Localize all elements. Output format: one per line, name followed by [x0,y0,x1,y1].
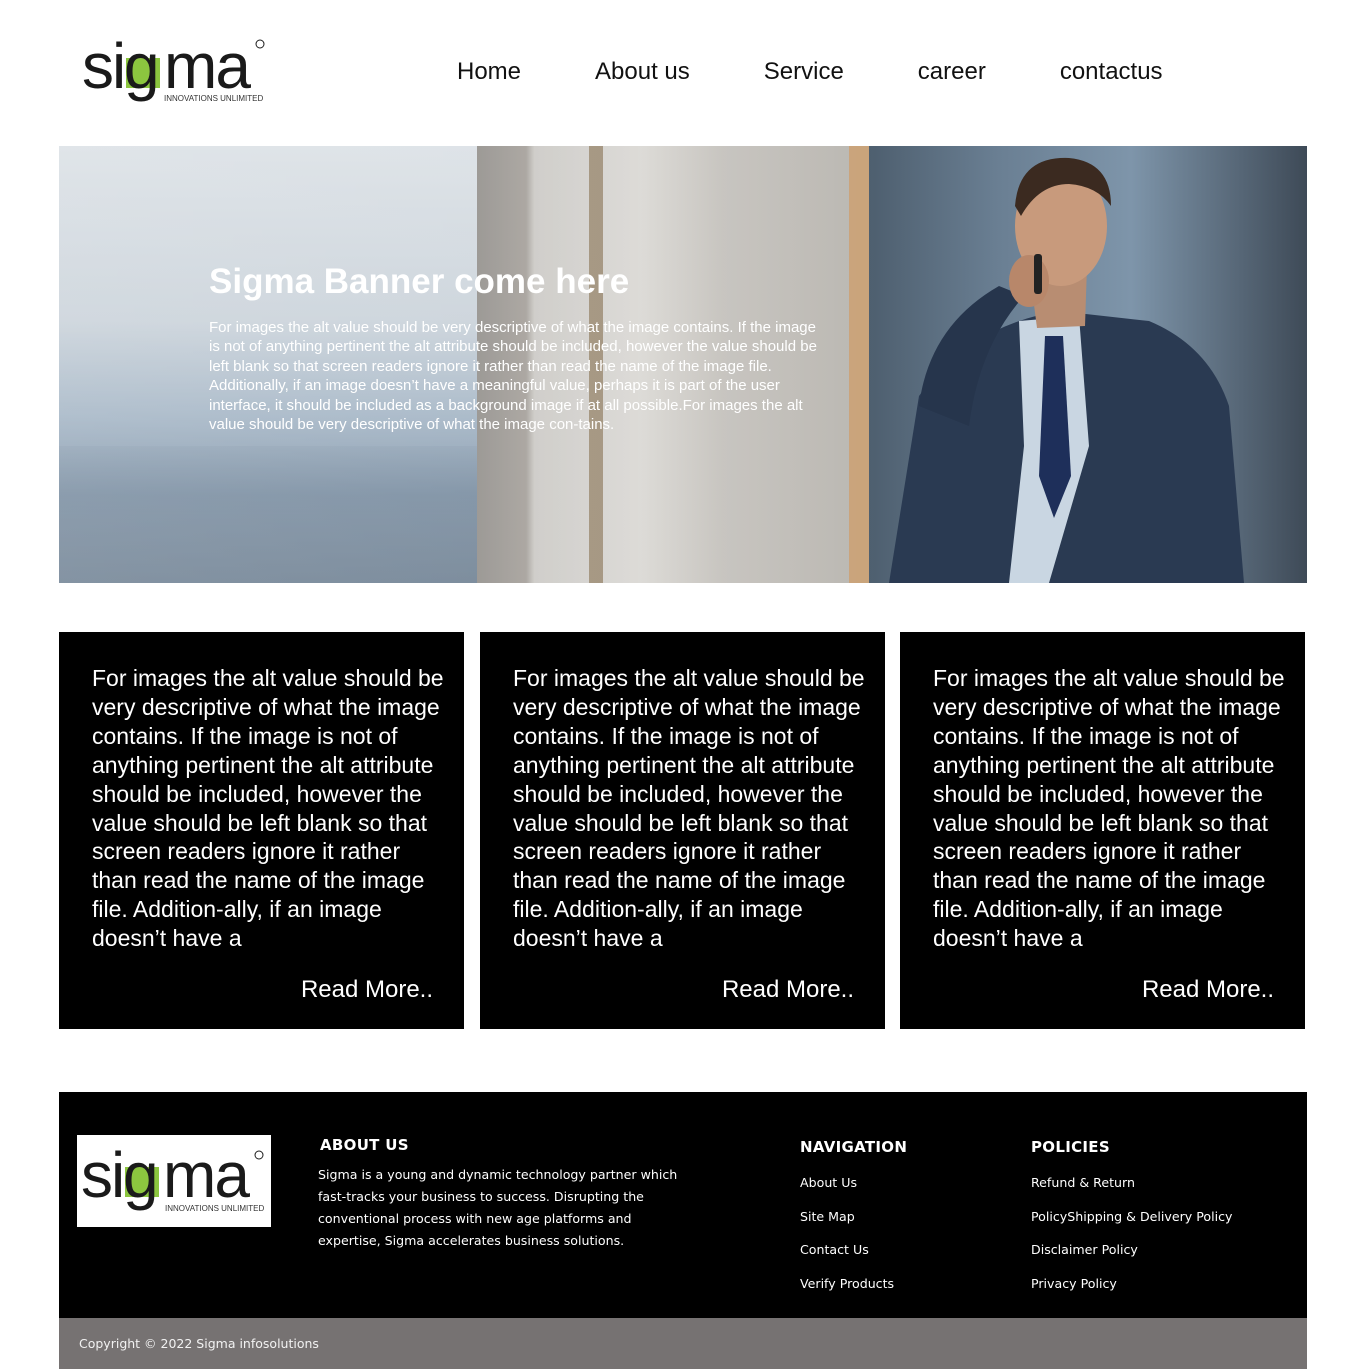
nav-contactus[interactable]: contactus [1060,56,1163,88]
svg-text:ma: ma [163,1139,250,1211]
footer-link-refund-return[interactable]: Refund & Return [1031,1175,1135,1190]
list-item: Refund & Return [1031,1174,1233,1208]
footer-navigation-heading: NAVIGATION [800,1138,908,1156]
svg-text:INNOVATIONS UNLIMITED: INNOVATIONS UNLIMITED [164,94,263,103]
list-item: Privacy Policy [1031,1275,1233,1309]
footer-link-disclaimer-policy[interactable]: Disclaimer Policy [1031,1242,1138,1257]
list-item: Site Map [800,1208,894,1242]
banner-title: Sigma Banner come here [209,262,630,301]
read-more-link[interactable]: Read More.. [722,975,854,1005]
footer-policies-heading: POLICIES [1031,1138,1110,1156]
site-footer: s i g ma INNOVATIONS UNLIMITED ABOUT US … [59,1092,1307,1318]
site-header: s i g ma INNOVATIONS UNLIMITED Home Abou… [0,0,1366,146]
footer-link-shipping-policy[interactable]: PolicyShipping & Delivery Policy [1031,1209,1233,1224]
info-card: For images the alt value should be very … [480,632,885,1029]
list-item: Verify Products [800,1275,894,1309]
footer-about-text: Sigma is a young and dynamic technology … [318,1167,678,1248]
footer-logo[interactable]: s i g ma INNOVATIONS UNLIMITED [77,1135,271,1227]
footer-navigation-list: About Us Site Map Contact Us Verify Prod… [800,1174,894,1308]
hero-banner: Sigma Banner come here For images the al… [59,146,1307,583]
card-text: For images the alt value should be very … [92,665,444,952]
list-item: About Us [800,1174,894,1208]
copyright-bar: Copyright © 2022 Sigma infosolutions [59,1318,1307,1369]
svg-text:ma: ma [164,34,251,102]
nav-about-us[interactable]: About us [595,56,690,88]
nav-career[interactable]: career [918,56,986,88]
footer-policies-list: Refund & Return PolicyShipping & Deliver… [1031,1174,1233,1308]
nav-home[interactable]: Home [457,56,521,88]
card-text: For images the alt value should be very … [933,665,1285,952]
footer-link-about-us[interactable]: About Us [800,1175,857,1190]
svg-text:INNOVATIONS UNLIMITED: INNOVATIONS UNLIMITED [165,1204,264,1213]
list-item: PolicyShipping & Delivery Policy [1031,1208,1233,1242]
list-item: Contact Us [800,1241,894,1275]
card-text: For images the alt value should be very … [513,665,865,952]
footer-link-site-map[interactable]: Site Map [800,1209,855,1224]
sigma-logo[interactable]: s i g ma INNOVATIONS UNLIMITED [80,30,270,118]
main-nav: Home About us Service career contactus [457,56,1163,88]
svg-text:g: g [123,1139,159,1211]
svg-text:s: s [81,1139,111,1211]
list-item: Disclaimer Policy [1031,1241,1233,1275]
footer-about-heading: ABOUT US [320,1136,409,1154]
svg-text:g: g [124,34,160,102]
banner-description: For images the alt value should be very … [209,319,817,434]
footer-link-verify-products[interactable]: Verify Products [800,1276,894,1291]
footer-link-privacy-policy[interactable]: Privacy Policy [1031,1276,1117,1291]
read-more-link[interactable]: Read More.. [1142,975,1274,1005]
read-more-link[interactable]: Read More.. [301,975,433,1005]
svg-text:s: s [82,34,112,102]
sigma-logo-graphic: s i g ma INNOVATIONS UNLIMITED [82,30,265,103]
sigma-logo-graphic: s i g ma INNOVATIONS UNLIMITED [81,1139,264,1213]
info-card: For images the alt value should be very … [59,632,464,1029]
banner-businessman-image [889,157,1244,583]
footer-link-contact-us[interactable]: Contact Us [800,1242,869,1257]
nav-service[interactable]: Service [764,56,844,88]
copyright-text: Copyright © 2022 Sigma infosolutions [79,1336,319,1351]
info-card: For images the alt value should be very … [900,632,1305,1029]
